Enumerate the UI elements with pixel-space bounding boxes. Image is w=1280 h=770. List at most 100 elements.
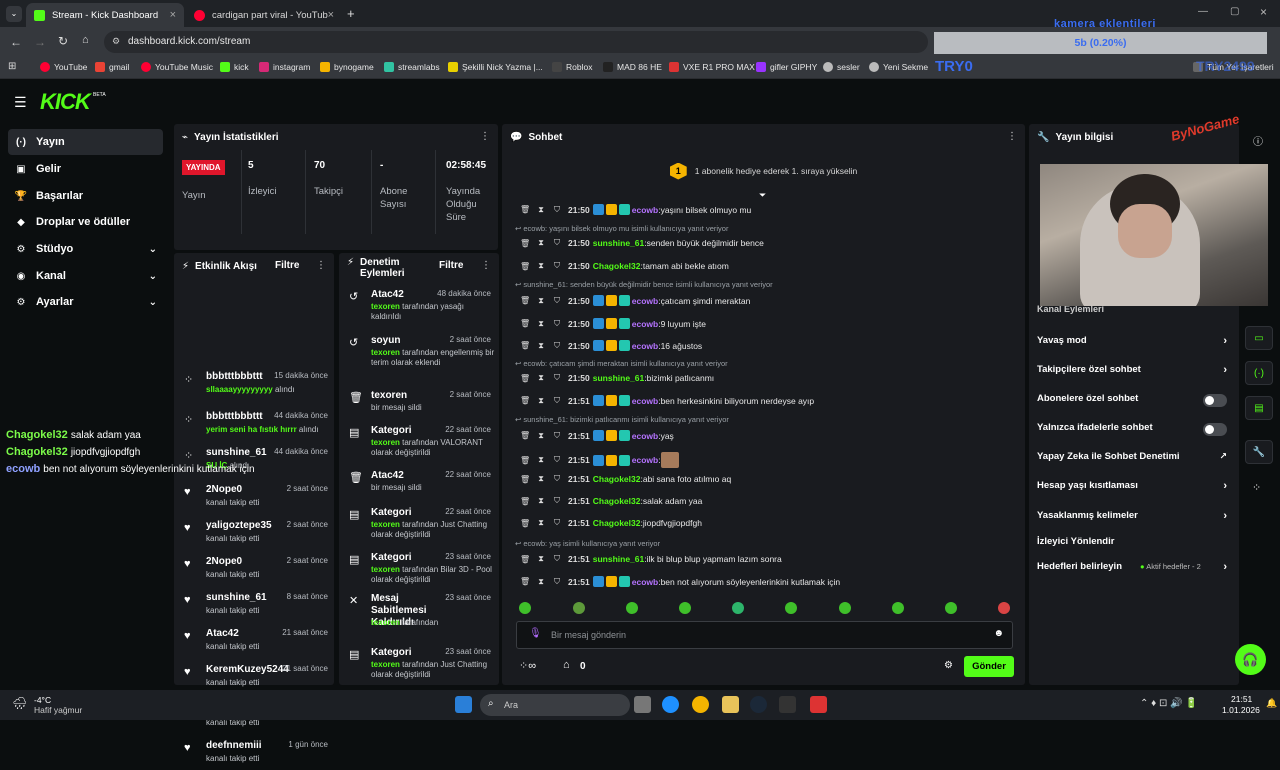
timeout-icon[interactable]: ⧗ bbox=[536, 205, 546, 215]
timeout-icon[interactable]: ⧗ bbox=[536, 396, 546, 406]
gift-rank-banner[interactable]: 1 1 abonelik hediye ederek 1. sıraya yük… bbox=[502, 160, 1025, 182]
back-icon[interactable]: ← bbox=[10, 35, 22, 49]
bookmark-gmail[interactable]: gmail bbox=[95, 62, 129, 72]
timeout-icon[interactable]: ⧗ bbox=[536, 319, 546, 329]
timeout-icon[interactable]: ⧗ bbox=[536, 455, 546, 465]
emote-button[interactable] bbox=[732, 602, 744, 614]
reload-icon[interactable]: ↻ bbox=[58, 34, 68, 48]
epic-icon[interactable] bbox=[779, 696, 796, 713]
timeout-icon[interactable]: ⧗ bbox=[536, 261, 546, 271]
forward-icon[interactable]: → bbox=[34, 35, 46, 49]
ban-icon[interactable]: ⛉ bbox=[552, 577, 562, 587]
delete-icon[interactable]: 🗑 bbox=[520, 475, 530, 484]
ban-icon[interactable]: ⛉ bbox=[552, 341, 562, 351]
activity-row[interactable]: ⁘ bbbtttbbbttt 44 dakika önce yerim seni ha… bbox=[174, 411, 334, 441]
store-icon[interactable]: ⌂ bbox=[563, 659, 570, 671]
close-icon[interactable]: × bbox=[328, 9, 334, 21]
chat-username[interactable]: sunshine_61 bbox=[593, 554, 645, 564]
moderation-row[interactable]: ▤ Kategori 22 saat önce texoren tarafından … bbox=[339, 507, 499, 547]
delete-icon[interactable]: 🗑 bbox=[520, 497, 530, 506]
explorer-icon[interactable] bbox=[722, 696, 739, 713]
activity-filter-button[interactable]: Filtre bbox=[275, 260, 299, 271]
steam-icon[interactable] bbox=[750, 696, 767, 713]
emote-button[interactable] bbox=[573, 602, 585, 614]
timeout-icon[interactable]: ⧗ bbox=[536, 518, 546, 528]
chat-message[interactable]: 🗑 ⧗ ⛉ 21:51 Chagokel32: abi sana foto atılmı… bbox=[520, 474, 731, 484]
delete-icon[interactable]: 🗑 bbox=[520, 262, 530, 271]
chat-bubble-button[interactable]: ▭ bbox=[1245, 326, 1273, 350]
bookmark-streamlabs[interactable]: streamlabs bbox=[384, 62, 440, 72]
restore-icon[interactable]: ▢ bbox=[1230, 6, 1239, 17]
timeout-icon[interactable]: ⧗ bbox=[536, 341, 546, 351]
chat-username[interactable]: Chagokel32 bbox=[593, 518, 641, 528]
timeout-icon[interactable]: ⧗ bbox=[536, 554, 546, 564]
setting-row-7[interactable]: İzleyici Yönlendir bbox=[1037, 536, 1227, 552]
chat-message[interactable]: 🗑 ⧗ ⛉ 21:50 sunshine_61: senden büyük değilm… bbox=[520, 238, 764, 248]
chat-username[interactable]: ecowb bbox=[632, 431, 658, 441]
tools-button[interactable]: 🔧 bbox=[1245, 440, 1273, 464]
start-icon[interactable] bbox=[455, 696, 472, 713]
chat-message[interactable]: 🗑 ⧗ ⛉ 21:51 Chagokel32: salak adam yaa bbox=[520, 496, 702, 506]
sidebar-item-droplar[interactable]: ◆ Droplar ve ödüller bbox=[8, 209, 163, 235]
ban-icon[interactable]: ⛉ bbox=[552, 205, 562, 215]
chat-username[interactable]: sunshine_61 bbox=[593, 238, 645, 248]
moderation-row[interactable]: ▤ Kategori 23 saat önce texoren tarafından … bbox=[339, 647, 499, 687]
delete-icon[interactable]: 🗑 bbox=[520, 577, 530, 586]
chat-username[interactable]: ecowb bbox=[632, 205, 658, 215]
emote-button[interactable] bbox=[519, 602, 531, 614]
ban-icon[interactable]: ⛉ bbox=[552, 319, 562, 329]
kick-logo[interactable]: KICK bbox=[40, 89, 91, 115]
bookmark-giphy[interactable]: gifler GIPHY bbox=[756, 62, 817, 72]
timeout-icon[interactable]: ⧗ bbox=[536, 296, 546, 306]
pinned-toggle-icon[interactable]: ⏷ bbox=[759, 190, 766, 201]
apps-icon[interactable]: ⊞ bbox=[8, 61, 16, 72]
tab-search-button[interactable]: ⌄ bbox=[6, 6, 22, 22]
emote-button[interactable] bbox=[892, 602, 904, 614]
chat-username[interactable]: sunshine_61 bbox=[593, 373, 645, 383]
send-button[interactable]: Gönder bbox=[964, 656, 1014, 677]
hamburger-icon[interactable]: ☰ bbox=[14, 94, 27, 111]
chat-username[interactable]: ecowb bbox=[632, 319, 658, 329]
chat-message[interactable]: 🗑 ⧗ ⛉ 21:51 ecowb: ben herkesinkini biliyoru… bbox=[520, 395, 814, 406]
emote-button[interactable] bbox=[998, 602, 1010, 614]
emote-button[interactable] bbox=[945, 602, 957, 614]
chat-username[interactable]: Chagokel32 bbox=[593, 261, 641, 271]
setting-row-4[interactable]: Yapay Zeka ile Sohbet Denetimi ↗ bbox=[1037, 451, 1227, 467]
activity-row[interactable]: ⁘ bbbtttbbbttt 15 dakika önce sllaaaayyyyyy… bbox=[174, 371, 334, 401]
delete-icon[interactable]: 🗑 bbox=[520, 341, 530, 350]
broadcast-button[interactable]: (·) bbox=[1245, 361, 1273, 385]
bookmark-bynogame[interactable]: bynogame bbox=[320, 62, 374, 72]
activity-row[interactable]: ♥ yaligoztepe35 2 saat önce kanalı takip et… bbox=[174, 520, 334, 550]
activity-row[interactable]: ♥ Atac42 21 saat önce kanalı takip etti bbox=[174, 628, 334, 658]
timeout-icon[interactable]: ⧗ bbox=[536, 373, 546, 383]
chat-message[interactable]: 🗑 ⧗ ⛉ 21:50 ecowb: 16 ağustos bbox=[520, 340, 702, 351]
delete-icon[interactable]: 🗑 bbox=[520, 431, 530, 440]
site-info-icon[interactable]: ⚙ bbox=[112, 36, 120, 47]
taskbar-search[interactable]: ⌕ Ara bbox=[480, 694, 630, 716]
emote-button[interactable] bbox=[785, 602, 797, 614]
chat-message[interactable]: 🗑 ⧗ ⛉ 21:51 Chagokel32: jiopdfvgjiopdfgh bbox=[520, 518, 702, 528]
sidebar-item-kanal[interactable]: ◉ Kanal ⌄ bbox=[8, 263, 163, 289]
setting-row-5[interactable]: Hesap yaşı kısıtlaması › bbox=[1037, 480, 1227, 496]
tray-icons[interactable]: ⌃ ♦ ⊡ 🔊 🔋 bbox=[1140, 698, 1198, 709]
activity-row[interactable]: ♥ deefnnemiii 1 gün önce kanalı takip etti bbox=[174, 740, 334, 770]
sidebar-item-basarilar[interactable]: 🏆 Başarılar bbox=[8, 183, 163, 209]
delete-icon[interactable]: 🗑 bbox=[520, 374, 530, 383]
setting-row-6[interactable]: Yasaklanmış kelimeler › bbox=[1037, 510, 1227, 526]
delete-icon[interactable]: 🗑 bbox=[520, 456, 530, 465]
chat-message[interactable]: 🗑 ⧗ ⛉ 21:50 ecowb: yaşını bilsek olmuyo mu bbox=[520, 204, 751, 215]
minimize-icon[interactable]: — bbox=[1198, 6, 1208, 17]
more-icon[interactable]: ⋮ bbox=[481, 260, 491, 271]
chat-username[interactable]: ecowb bbox=[632, 455, 658, 465]
timeout-icon[interactable]: ⧗ bbox=[536, 238, 546, 248]
url-input[interactable]: dashboard.kick.com/stream bbox=[104, 31, 928, 53]
ban-icon[interactable]: ⛉ bbox=[552, 518, 562, 528]
chat-username[interactable]: ecowb bbox=[632, 577, 658, 587]
timeout-icon[interactable]: ⧗ bbox=[536, 577, 546, 587]
bookmark-nick[interactable]: Şekilli Nick Yazma |... bbox=[448, 62, 543, 72]
chat-message[interactable]: 🗑 ⧗ ⛉ 21:50 Chagokel32: tamam abi bekle atıo… bbox=[520, 261, 729, 271]
chat-message[interactable]: 🗑 ⧗ ⛉ 21:50 sunshine_61: bizimki patlıcanmı bbox=[520, 373, 714, 383]
ban-icon[interactable]: ⛉ bbox=[552, 296, 562, 306]
bookmark-sesler[interactable]: sesler bbox=[823, 62, 860, 72]
moderation-row[interactable]: 🗑 texoren 2 saat önce bir mesajı sildi bbox=[339, 390, 499, 430]
